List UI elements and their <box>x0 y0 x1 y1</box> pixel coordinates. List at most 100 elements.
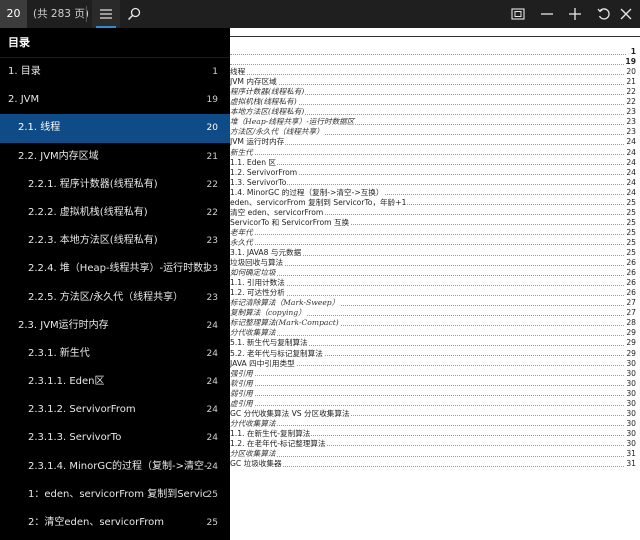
doc-toc-line[interactable]: 本地方法区(线程私有) 23 <box>230 107 636 117</box>
doc-toc-line[interactable]: 1.1. Eden 区 24 <box>230 157 636 167</box>
doc-line-page: 30 <box>625 418 636 429</box>
toc-item[interactable]: 2.2.5. 方法区/永久代（线程共享） 23 <box>0 284 230 312</box>
toc-item[interactable]: 1：eden、servicorFrom 复制到ServicorTo，年龄+125 <box>0 481 230 509</box>
doc-line-page: 24 <box>625 187 636 198</box>
toc-item[interactable]: 2.2.2. 虚拟机栈(线程私有) 22 <box>0 199 230 227</box>
toc-item-page: 25 <box>206 518 218 528</box>
toc-item[interactable]: 2.3.1.2. ServivorFrom 24 <box>0 396 230 424</box>
doc-line-page: 26 <box>625 258 636 268</box>
toc-item-label: 2.2.3. 本地方法区(线程私有) <box>28 235 158 247</box>
search-icon[interactable] <box>120 0 148 28</box>
fit-page-icon[interactable] <box>504 0 532 28</box>
doc-line-page: 30 <box>625 368 636 378</box>
doc-line-text: 分代收集算法 <box>230 418 277 429</box>
doc-line-text: 堆（Heap-线程共享）-运行时数据区 <box>230 117 356 127</box>
doc-toc-line[interactable]: ServicorTo 和 ServicorFrom 互换 25 <box>230 217 636 228</box>
doc-toc-line[interactable]: 1.3. ServivorTo 24 <box>230 177 636 188</box>
doc-line-page: 25 <box>625 227 636 238</box>
toolbar-divider <box>86 6 87 22</box>
doc-toc-line[interactable]: 5.2. 老年代与标记复制算法 29 <box>230 348 636 358</box>
doc-line-page: 23 <box>625 127 636 137</box>
toc-item[interactable]: 2.3. JVM运行时内存 24 <box>0 312 230 340</box>
doc-toc-line[interactable]: 分代收集算法 30 <box>230 418 636 429</box>
toc-item[interactable]: 2.3.1.1. Eden区 24 <box>0 368 230 396</box>
doc-line-page: 25 <box>625 248 636 258</box>
toc-item-page: 24 <box>206 405 218 416</box>
doc-line-page: 27 <box>625 298 636 308</box>
toc-item[interactable]: 2. JVM 19 <box>0 86 230 114</box>
toc-item[interactable]: 2.2.4. 堆（Heap-线程共享）-运行时数据区 23 <box>0 255 230 283</box>
doc-line-text: 5.2. 老年代与标记复制算法 <box>230 348 324 358</box>
doc-toc-line[interactable]: 标记整理算法(Mark-Compact) 28 <box>230 318 636 328</box>
toc-item[interactable]: 2.1. 线程 20 <box>0 114 230 143</box>
leader-dots <box>230 455 626 457</box>
zoom-out-icon[interactable] <box>533 0 561 28</box>
doc-toc-line[interactable]: 软引用 30 <box>230 378 636 389</box>
doc-line-page: 29 <box>625 348 636 358</box>
toc-item-label: 2：清空eden、servicorFrom <box>28 517 165 528</box>
leader-dots <box>230 143 626 145</box>
zoom-in-icon[interactable] <box>561 0 589 28</box>
doc-toc-line[interactable]: 复制算法（copying） 27 <box>230 308 636 318</box>
doc-toc-line[interactable]: 19 <box>230 57 636 67</box>
toc-item-label: 1. 目录 <box>8 66 41 77</box>
doc-toc-line[interactable]: GC 分代收集算法 VS 分区收集算法 30 <box>230 408 636 419</box>
doc-toc-line[interactable]: 分区收集算法 31 <box>230 449 636 459</box>
doc-line-text: 老年代 <box>230 227 254 238</box>
doc-toc-line[interactable]: 1.1. 在新生代-复制算法 30 <box>230 428 636 439</box>
toc-item[interactable]: 2：清空eden、servicorFrom 25 <box>0 509 230 537</box>
doc-line-text: 程序计数器(线程私有) <box>230 87 306 97</box>
doc-toc-line[interactable]: 程序计数器(线程私有) 22 <box>230 87 636 97</box>
toc-item[interactable]: 2.3.1.4. MinorGC的过程（复制->清空->互换）24 <box>0 453 230 481</box>
doc-toc-line[interactable]: 垃圾回收与算法 26 <box>230 258 636 268</box>
doc-toc-line[interactable]: 清空 eden、servicorFrom 25 <box>230 207 636 218</box>
doc-toc-line[interactable]: 1.4. MinorGC 的过程（复制->清空->互换） 24 <box>230 187 636 198</box>
doc-toc-line[interactable]: 1.2. ServivorFrom 24 <box>230 167 636 177</box>
doc-toc-line[interactable]: 5.1. 新生代与复制算法 29 <box>230 338 636 348</box>
leader-dots <box>230 244 626 246</box>
leader-dots <box>230 425 626 427</box>
toc-item[interactable]: 2.2.1. 程序计数器(线程私有) 22 <box>0 171 230 199</box>
toc-item-page: 24 <box>206 377 218 388</box>
doc-toc-line[interactable]: 1.2. 在老年代-标记整理算法 30 <box>230 438 636 449</box>
doc-toc-line[interactable]: eden、servicorFrom 复制到 ServicorTo，年龄+1 25 <box>230 197 636 208</box>
doc-toc-line[interactable]: 强引用 30 <box>230 368 636 378</box>
doc-line-page: 30 <box>625 408 636 419</box>
doc-toc-line[interactable]: JVM 内存区域 21 <box>230 77 636 87</box>
toc-item[interactable]: 2.3.1.3. ServivorTo 24 <box>0 424 230 452</box>
doc-toc-line[interactable]: 堆（Heap-线程共享）-运行时数据区 23 <box>230 117 636 127</box>
doc-toc-line[interactable]: 虚引用 30 <box>230 398 636 409</box>
toc-item-page: 24 <box>206 433 218 444</box>
toc-item[interactable]: 2.2. JVM内存区域 21 <box>0 143 230 171</box>
doc-toc-line[interactable]: 1.1. 引用计数法 26 <box>230 278 636 288</box>
doc-toc-line[interactable]: 新生代 24 <box>230 147 636 157</box>
doc-line-text: 清空 eden、servicorFrom <box>230 207 325 218</box>
doc-toc-line[interactable]: 弱引用 30 <box>230 388 636 399</box>
doc-toc-line[interactable]: 永久代 25 <box>230 237 636 248</box>
page-total: (共 283 页) <box>33 8 89 20</box>
doc-toc-line[interactable]: 虚拟机栈(线程私有) 22 <box>230 97 636 107</box>
doc-line-text: 分代收集算法 <box>230 328 277 338</box>
doc-toc-line[interactable]: 3.1. JAVA8 与元数据 25 <box>230 248 636 258</box>
doc-toc-line[interactable]: 1 <box>230 47 636 57</box>
doc-toc-line[interactable]: 标记清除算法（Mark-Sweep） 27 <box>230 298 636 308</box>
doc-toc-line[interactable]: JAVA 四中引用类型 30 <box>230 358 636 368</box>
doc-toc-line[interactable]: 分代收集算法 29 <box>230 328 636 338</box>
doc-toc-line[interactable]: 方法区/永久代（线程共享） 23 <box>230 127 636 137</box>
doc-toc-line[interactable]: JVM 运行时内存 24 <box>230 137 636 147</box>
toc-item-page: 25 <box>206 489 218 500</box>
doc-toc-line[interactable]: GC 垃圾收集器 31 <box>230 459 636 469</box>
toc-item[interactable]: 1. 目录 1 <box>0 58 230 86</box>
toc-list-icon[interactable] <box>92 0 120 28</box>
doc-toc-line[interactable]: 1.2. 可达性分析 26 <box>230 288 636 298</box>
doc-line-page: 30 <box>625 398 636 409</box>
doc-toc-line[interactable]: 如何确定垃圾 26 <box>230 268 636 278</box>
current-page-input[interactable]: 20 <box>0 0 27 28</box>
close-icon[interactable] <box>612 0 640 28</box>
doc-line-page: 25 <box>625 217 636 228</box>
doc-toc-line[interactable]: 老年代 25 <box>230 227 636 238</box>
doc-toc-line[interactable]: 线程 20 <box>230 67 636 77</box>
doc-line-text: 1.4. MinorGC 的过程（复制->清空->互换） <box>230 187 385 198</box>
toc-item[interactable]: 2.2.3. 本地方法区(线程私有) 23 <box>0 227 230 255</box>
toc-item[interactable]: 2.3.1. 新生代 24 <box>0 340 230 368</box>
